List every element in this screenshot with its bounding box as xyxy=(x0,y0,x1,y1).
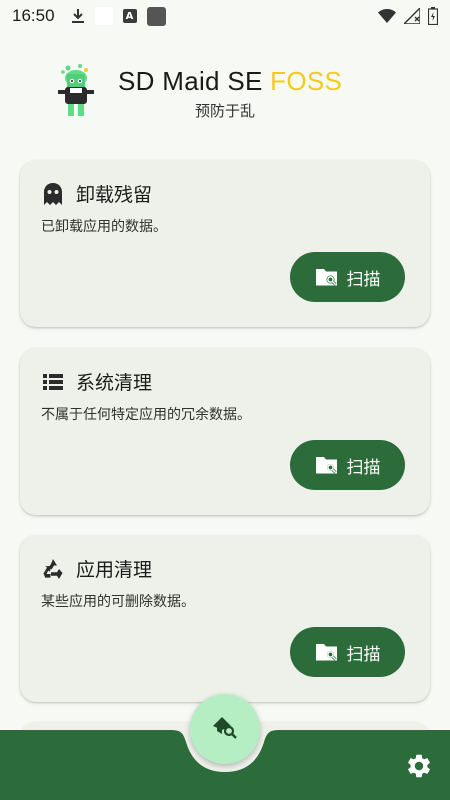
card-description: 不属于任何特定应用的冗余数据。 xyxy=(41,407,251,423)
card-system-cleaner: 系统清理 不属于任何特定应用的冗余数据。 扫描 xyxy=(20,348,430,515)
recycle-icon xyxy=(42,558,64,580)
folder-search-icon xyxy=(315,266,339,288)
card-title: 卸载残留 xyxy=(76,184,153,206)
scan-button[interactable]: 扫描 xyxy=(290,252,405,302)
folder-search-icon xyxy=(315,641,339,663)
scan-button-label: 扫描 xyxy=(346,644,381,665)
card-description: 某些应用的可删除数据。 xyxy=(41,594,195,610)
one-click-scan-fab[interactable] xyxy=(190,694,260,764)
scan-button[interactable]: 扫描 xyxy=(290,627,405,677)
card-app-cleaner: 应用清理 某些应用的可删除数据。 扫描 xyxy=(20,535,430,702)
card-description: 已卸载应用的数据。 xyxy=(41,219,167,235)
a-badge-icon: A xyxy=(122,9,137,23)
card-corpse-finder: 卸载残留 已卸载应用的数据。 扫描 xyxy=(20,160,430,327)
scan-button-label: 扫描 xyxy=(346,457,381,478)
card-title: 应用清理 xyxy=(76,559,153,581)
status-bar: 16:50 A xyxy=(0,0,450,32)
blank-notification-icon xyxy=(94,7,113,25)
folder-search-icon xyxy=(315,454,339,476)
signal-icon xyxy=(404,8,420,24)
mascot-logo-icon xyxy=(56,62,96,118)
scan-button-label: 扫描 xyxy=(346,269,381,290)
ghost-icon xyxy=(42,182,64,205)
card-title: 系统清理 xyxy=(76,372,153,394)
list-icon xyxy=(42,371,64,393)
app-header: SD Maid SE FOSS 预防于乱 xyxy=(56,62,342,121)
wifi-icon xyxy=(378,9,396,23)
download-icon xyxy=(71,8,85,24)
gear-icon[interactable] xyxy=(405,752,433,780)
app-title: SD Maid SE FOSS xyxy=(118,66,343,96)
battery-icon xyxy=(428,7,438,25)
broom-search-icon xyxy=(211,714,239,744)
status-time: 16:50 xyxy=(12,6,55,25)
square-app-icon xyxy=(146,6,166,26)
scan-button[interactable]: 扫描 xyxy=(290,440,405,490)
app-subtitle: 预防于乱 xyxy=(194,102,255,120)
